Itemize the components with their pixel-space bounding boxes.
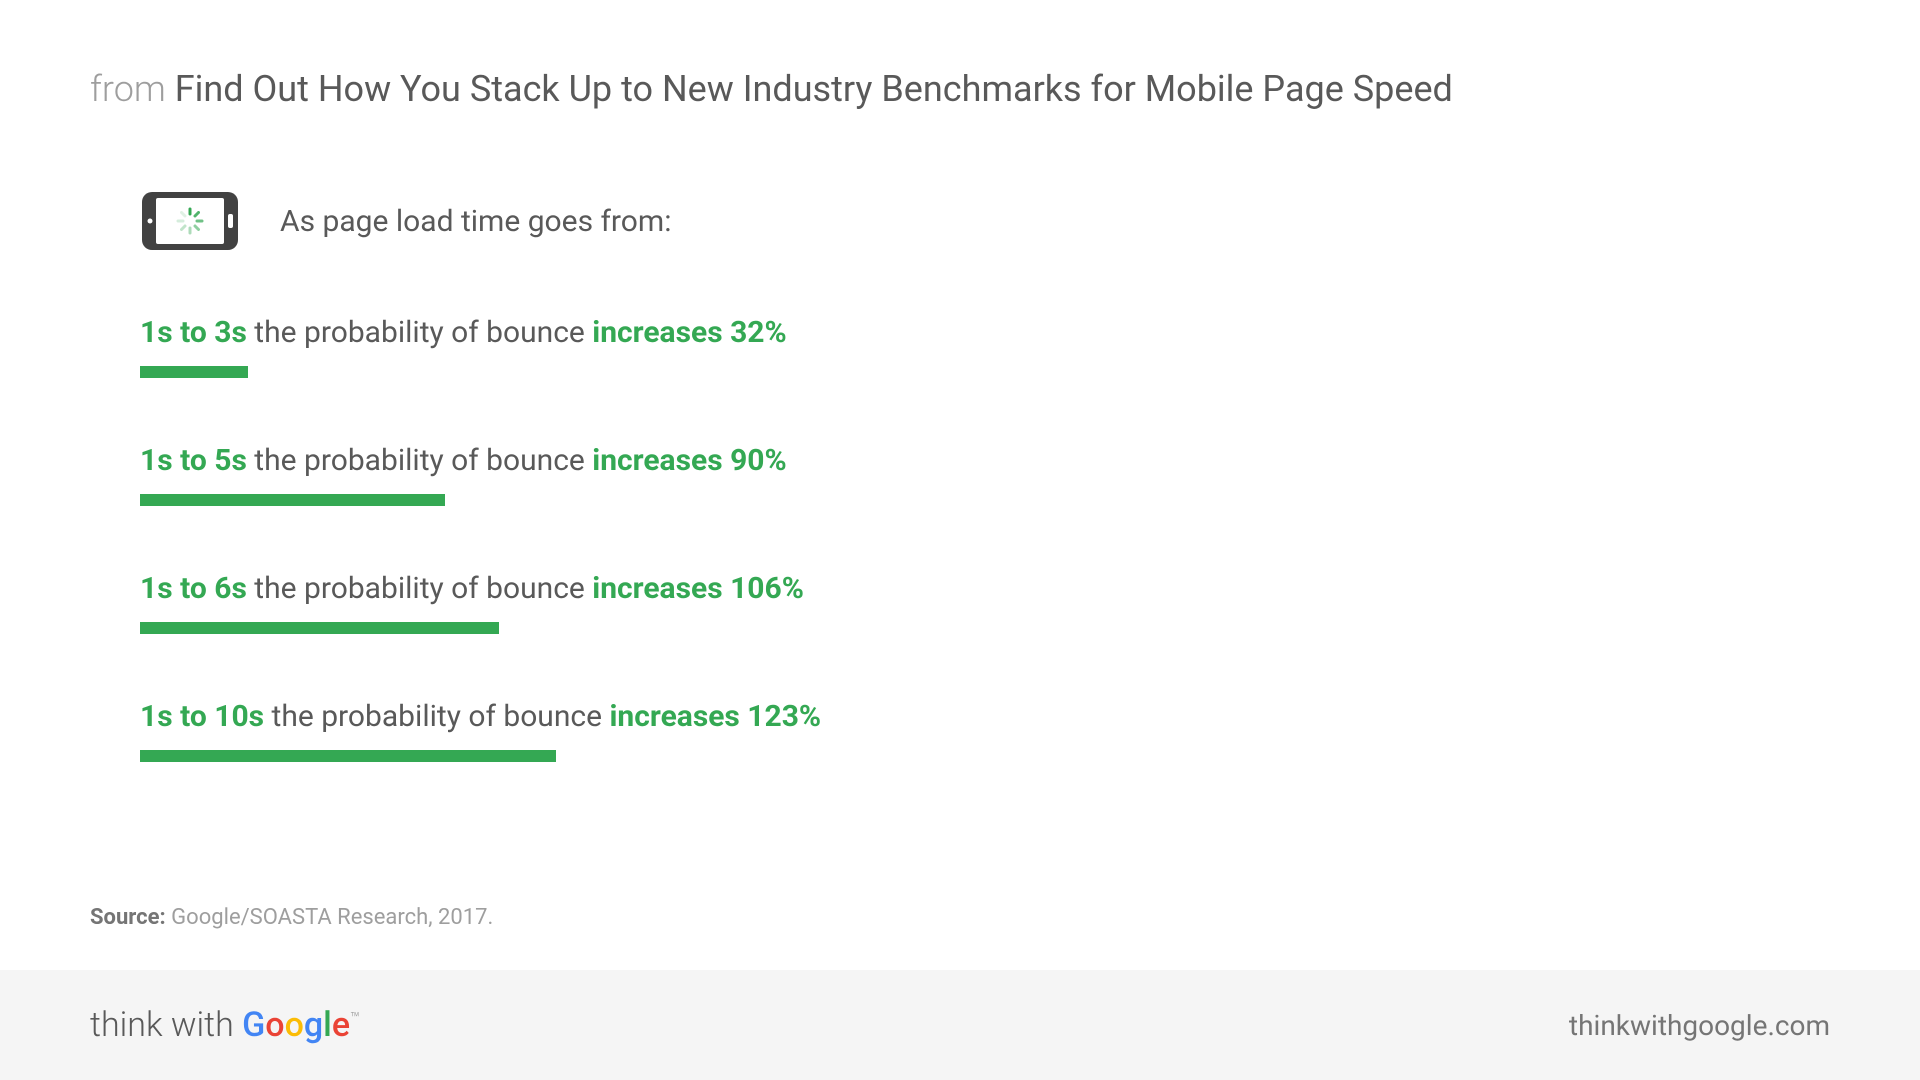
middle-text: the probability of bounce bbox=[247, 443, 592, 478]
source-text: Google/SOASTA Research, 2017. bbox=[171, 905, 493, 930]
chart-content: As page load time goes from: 1s to 3s th… bbox=[90, 190, 1090, 762]
row-text: 1s to 5s the probability of bounce incre… bbox=[140, 440, 1090, 482]
page: from Find Out How You Stack Up to New In… bbox=[0, 0, 1920, 1080]
chart-row: 1s to 10s the probability of bounce incr… bbox=[140, 696, 1090, 762]
bar bbox=[140, 494, 445, 506]
phone-loading-icon bbox=[140, 190, 240, 252]
page-title: from Find Out How You Stack Up to New In… bbox=[90, 68, 1830, 110]
brand-prefix: think with bbox=[90, 1005, 242, 1045]
intro-row: As page load time goes from: bbox=[140, 190, 1090, 252]
row-text: 1s to 10s the probability of bounce incr… bbox=[140, 696, 1090, 738]
bar-track bbox=[140, 366, 1090, 378]
bar-track bbox=[140, 622, 1090, 634]
footer: think with Google™ thinkwithgoogle.com bbox=[0, 970, 1920, 1080]
source-label: Source: bbox=[90, 905, 166, 930]
range-label: 1s to 6s bbox=[140, 571, 247, 606]
title-prefix: from bbox=[90, 68, 166, 110]
bar bbox=[140, 750, 556, 762]
increase-label: increases 32% bbox=[592, 315, 786, 350]
range-label: 1s to 3s bbox=[140, 315, 247, 350]
row-text: 1s to 3s the probability of bounce incre… bbox=[140, 312, 1090, 354]
bar-track bbox=[140, 750, 1090, 762]
middle-text: the probability of bounce bbox=[247, 571, 592, 606]
bar bbox=[140, 366, 248, 378]
intro-text: As page load time goes from: bbox=[280, 204, 671, 239]
row-text: 1s to 6s the probability of bounce incre… bbox=[140, 568, 1090, 610]
increase-label: increases 106% bbox=[592, 571, 804, 606]
think-with-google-logo: think with Google™ bbox=[90, 1005, 360, 1045]
chart-row: 1s to 3s the probability of bounce incre… bbox=[140, 312, 1090, 378]
increase-label: increases 123% bbox=[609, 699, 821, 734]
bar-track bbox=[140, 494, 1090, 506]
bar bbox=[140, 622, 499, 634]
source-line: Source: Google/SOASTA Research, 2017. bbox=[90, 905, 493, 930]
middle-text: the probability of bounce bbox=[264, 699, 609, 734]
increase-label: increases 90% bbox=[592, 443, 786, 478]
title-main: Find Out How You Stack Up to New Industr… bbox=[175, 68, 1453, 110]
footer-link: thinkwithgoogle.com bbox=[1569, 1009, 1830, 1042]
chart-row: 1s to 6s the probability of bounce incre… bbox=[140, 568, 1090, 634]
range-label: 1s to 10s bbox=[140, 699, 264, 734]
chart-rows: 1s to 3s the probability of bounce incre… bbox=[140, 312, 1090, 762]
chart-row: 1s to 5s the probability of bounce incre… bbox=[140, 440, 1090, 506]
range-label: 1s to 5s bbox=[140, 443, 247, 478]
middle-text: the probability of bounce bbox=[247, 315, 592, 350]
